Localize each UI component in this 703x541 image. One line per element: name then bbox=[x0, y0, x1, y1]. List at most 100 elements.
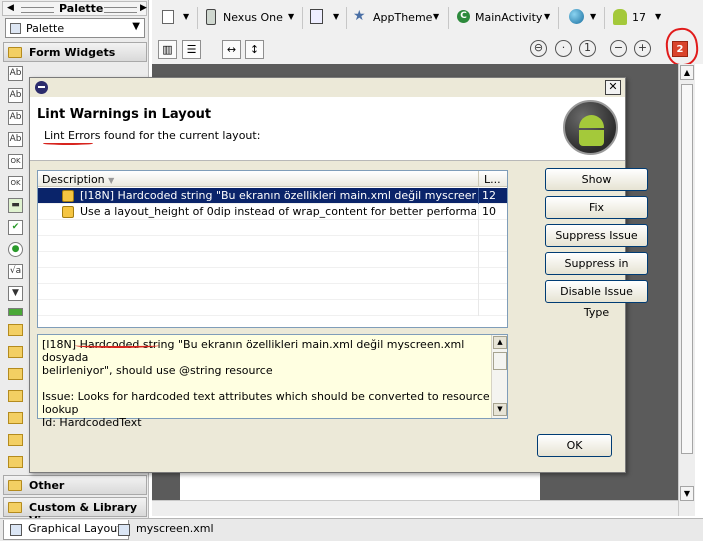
ok-button[interactable]: OK bbox=[537, 434, 612, 457]
chevron-down-icon[interactable]: ▼ bbox=[655, 12, 661, 21]
textview-medium-icon[interactable]: Ab bbox=[8, 88, 23, 103]
palette-title: Palette bbox=[59, 2, 104, 15]
layout-grid-icon[interactable]: ▥ bbox=[158, 40, 177, 59]
folder-icon[interactable] bbox=[8, 390, 23, 402]
palette-selector[interactable]: Palette ▼ bbox=[5, 18, 145, 38]
scrollbar-thumb[interactable] bbox=[493, 352, 507, 370]
row-line: 10 bbox=[482, 205, 496, 218]
button-icon[interactable]: OK bbox=[8, 154, 23, 169]
table-row-empty bbox=[38, 252, 507, 268]
row-description: Use a layout_height of 0dip instead of w… bbox=[80, 205, 476, 218]
chevron-down-icon[interactable]: ▼ bbox=[544, 12, 550, 21]
detail-prefix: [I18N] bbox=[42, 338, 80, 351]
theme-star-icon: ★ bbox=[353, 8, 366, 24]
checked-textview-icon[interactable]: √a bbox=[8, 264, 23, 279]
table-row[interactable]: [I18N] Hardcoded string "Bu ekranın özel… bbox=[38, 188, 507, 204]
chevron-down-icon[interactable]: ▼ bbox=[288, 12, 294, 21]
theme-selector[interactable]: AppTheme bbox=[373, 11, 432, 24]
column-line[interactable]: L... bbox=[484, 173, 501, 186]
suppress-in-layout-button[interactable]: Suppress in Layout bbox=[545, 252, 648, 291]
spinner-icon[interactable]: ▼ bbox=[8, 286, 23, 301]
column-divider[interactable] bbox=[478, 171, 479, 187]
device-icon bbox=[206, 9, 216, 25]
folder-icon[interactable] bbox=[8, 456, 23, 468]
tab-graphical-layout[interactable]: Graphical Layout bbox=[3, 520, 129, 540]
dialog-titlebar[interactable]: ✕ bbox=[30, 78, 625, 97]
zoom-100-icon[interactable]: 1 bbox=[579, 40, 596, 57]
scrollbar-thumb[interactable] bbox=[681, 84, 693, 454]
column-description[interactable]: Description ▼ bbox=[42, 173, 114, 186]
annotation-underline bbox=[75, 343, 159, 348]
folder-icon[interactable] bbox=[8, 434, 23, 446]
checkbox-icon[interactable]: ✔ bbox=[8, 220, 23, 235]
category-form-widgets[interactable]: Form Widgets bbox=[3, 42, 147, 62]
close-icon[interactable]: ✕ bbox=[605, 80, 621, 95]
textview-icon[interactable]: Ab bbox=[8, 132, 23, 147]
folder-icon[interactable] bbox=[8, 346, 23, 358]
detail-scrollbar[interactable]: ▲ ▼ bbox=[491, 335, 507, 418]
annotation-underline bbox=[43, 142, 93, 145]
zoom-fit-icon[interactable]: ⊖ bbox=[530, 40, 547, 57]
sort-icon: ▼ bbox=[108, 176, 115, 185]
radio-button-icon[interactable]: ● bbox=[8, 242, 23, 257]
scroll-up-icon[interactable]: ▲ bbox=[680, 65, 694, 80]
lint-errors-text: Lint Errors bbox=[44, 129, 101, 142]
column-label: Description bbox=[42, 173, 105, 186]
folder-icon[interactable] bbox=[8, 324, 23, 336]
warning-icon bbox=[62, 190, 74, 202]
textview-large-icon[interactable]: Ab bbox=[8, 66, 23, 81]
eclipse-icon bbox=[35, 81, 48, 94]
chevron-down-icon: ▼ bbox=[132, 21, 140, 32]
scroll-down-icon[interactable]: ▼ bbox=[680, 486, 694, 501]
api-level-selector[interactable]: 17 bbox=[632, 11, 646, 24]
row-line: 12 bbox=[482, 189, 496, 202]
device-selector[interactable]: Nexus One bbox=[223, 11, 283, 24]
zoom-out-icon[interactable]: − bbox=[610, 40, 627, 57]
folder-icon[interactable] bbox=[8, 412, 23, 424]
chevron-down-icon[interactable]: ▼ bbox=[333, 12, 339, 21]
collapse-left-icon[interactable]: ◀ bbox=[7, 3, 14, 13]
chevron-down-icon[interactable]: ▼ bbox=[433, 12, 439, 21]
fill-height-icon[interactable]: ↕ bbox=[245, 40, 264, 59]
folder-icon bbox=[8, 47, 22, 58]
drag-handle-icon[interactable] bbox=[21, 7, 54, 13]
fix-button[interactable]: Fix bbox=[545, 196, 648, 219]
chevron-down-icon[interactable]: ▼ bbox=[590, 12, 596, 21]
zoom-in-icon[interactable]: + bbox=[634, 40, 651, 57]
globe-icon[interactable] bbox=[569, 9, 584, 24]
disable-issue-type-button[interactable]: Disable Issue Type bbox=[545, 280, 648, 319]
category-other[interactable]: Other bbox=[3, 475, 147, 495]
drag-handle-icon[interactable] bbox=[104, 7, 137, 13]
fill-width-icon[interactable]: ↔ bbox=[222, 40, 241, 59]
tab-xml-source[interactable]: myscreen.xml bbox=[112, 520, 220, 540]
vertical-scrollbar[interactable]: ▲ ▼ bbox=[678, 64, 695, 516]
category-custom-library[interactable]: Custom & Library Vie bbox=[3, 497, 147, 527]
table-row[interactable]: Use a layout_height of 0dip instead of w… bbox=[38, 204, 507, 220]
toggle-button-icon[interactable]: ▬ bbox=[8, 198, 23, 213]
scroll-up-icon[interactable]: ▲ bbox=[493, 336, 507, 349]
chevron-down-icon[interactable]: ▼ bbox=[183, 12, 189, 21]
folder-icon[interactable] bbox=[8, 368, 23, 380]
zoom-real-icon[interactable]: · bbox=[555, 40, 572, 57]
palette-header: ◀ Palette ▶ bbox=[2, 1, 147, 16]
show-button[interactable]: Show bbox=[545, 168, 648, 191]
collapse-right-icon[interactable]: ▶ bbox=[140, 3, 147, 13]
view-toolbar: ▥ ☰ ↔ ↕ ⊖ · 1 − + bbox=[152, 36, 703, 64]
activity-selector[interactable]: MainActivity bbox=[475, 11, 542, 24]
dialog-message-rest: found for the current layout: bbox=[100, 129, 261, 142]
table-row-empty bbox=[38, 268, 507, 284]
tab-label: Graphical Layout bbox=[28, 522, 122, 535]
horizontal-scrollbar[interactable] bbox=[152, 500, 678, 516]
category-label: Other bbox=[29, 479, 65, 492]
textview-small-icon[interactable]: Ab bbox=[8, 110, 23, 125]
suppress-issue-button[interactable]: Suppress Issue bbox=[545, 224, 648, 247]
activity-icon: C bbox=[457, 10, 470, 23]
orientation-icon[interactable] bbox=[310, 9, 323, 24]
small-button-icon[interactable]: OK bbox=[8, 176, 23, 191]
warnings-table[interactable]: Description ▼ L... [I18N] Hardcoded stri… bbox=[37, 170, 508, 328]
issue-detail-text: [I18N] Hardcoded string "Bu ekranın özel… bbox=[42, 338, 492, 429]
config-icon[interactable] bbox=[162, 10, 174, 24]
progressbar-icon[interactable] bbox=[8, 308, 23, 316]
layout-list-icon[interactable]: ☰ bbox=[182, 40, 201, 59]
scroll-down-icon[interactable]: ▼ bbox=[493, 403, 507, 416]
